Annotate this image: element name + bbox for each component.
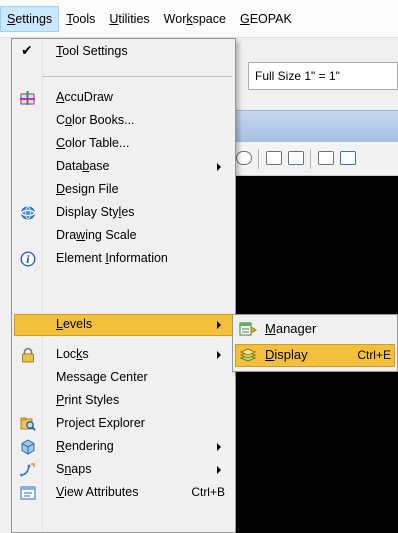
submenu-arrow-icon [217, 466, 221, 474]
database-label: ase [89, 159, 110, 173]
menu-geopak-accel: G [239, 11, 250, 26]
view-attributes-accel: V [56, 485, 65, 499]
project-explorer-label: ect Explorer [78, 416, 145, 430]
level-display-icon [239, 348, 257, 362]
locks-label: s [82, 347, 89, 361]
menu-item-project-explorer[interactable]: Project Explorer [14, 413, 233, 435]
menu-item-locks[interactable]: Locks [14, 344, 233, 366]
menubar: Settings Tools Utilities Workspace GEOPA… [0, 0, 398, 38]
copy-view-icon[interactable] [318, 151, 334, 165]
menu-utilities-label: tilities [118, 11, 150, 26]
view-attributes-toolbar-icon[interactable] [340, 151, 356, 165]
rendering-label: endering [65, 439, 114, 453]
snaps-icon [20, 463, 35, 477]
levels-accel: L [56, 317, 63, 331]
menu-utilities[interactable]: Utilities [102, 6, 156, 32]
menu-tools[interactable]: Tools [59, 6, 102, 32]
submenu-arrow-icon [217, 163, 221, 171]
menu-item-design-file[interactable]: Design File [14, 179, 233, 201]
levels-label: evels [62, 317, 93, 331]
view-title-bar [232, 110, 398, 142]
design-file-accel: D [56, 182, 66, 196]
submenu-arrow-icon [217, 321, 221, 329]
checkmark-icon: ✔ [21, 42, 33, 58]
info-icon: i [20, 251, 36, 267]
view-toolbar [232, 142, 398, 176]
view-attributes-shortcut: Ctrl+B [191, 485, 225, 499]
menu-item-color-table[interactable]: Color Table... [14, 133, 233, 155]
menu-workspace[interactable]: Workspace [157, 6, 233, 32]
display-styles-icon [20, 206, 36, 220]
next-view-icon[interactable] [288, 151, 304, 165]
menu-item-element-information[interactable]: i Element Information [14, 248, 233, 270]
menu-item-accudraw[interactable]: AccuDraw [14, 87, 233, 109]
color-books-pre: C [56, 113, 66, 127]
menu-item-levels[interactable]: Levels [14, 314, 233, 336]
svg-text:i: i [26, 255, 30, 266]
view-attributes-label: iew Attributes [64, 485, 139, 499]
submenu-item-display[interactable]: Display Ctrl+E [235, 344, 395, 367]
locks-pre: Loc [56, 347, 77, 361]
menu-item-message-center[interactable]: Message Center [14, 367, 233, 389]
menu-item-color-books[interactable]: Color Books... [14, 110, 233, 132]
drawing-scale-label: ing Scale [85, 228, 137, 242]
menu-tools-label: ools [72, 11, 96, 26]
rendering-icon [21, 439, 35, 455]
settings-menu: ✔ Tool Settings AccuDraw Color Books... … [11, 38, 236, 533]
project-explorer-icon [20, 417, 36, 431]
color-table-accel: C [56, 136, 66, 150]
submenu-arrow-icon [217, 351, 221, 359]
drawing-scale-accel: w [76, 228, 86, 242]
snaps-label: aps [71, 462, 92, 476]
drawing-scale-combo[interactable]: Full Size 1" = 1" [248, 62, 398, 90]
submenu-arrow-icon [217, 443, 221, 451]
manager-accel: M [265, 321, 276, 336]
project-explorer-pre: Pro [56, 416, 76, 430]
print-styles-label: rint Styles [64, 393, 120, 407]
menu-item-print-styles[interactable]: Print Styles [14, 390, 233, 412]
drawing-scale-pre: Dra [56, 228, 77, 242]
view-attributes-icon [20, 486, 36, 500]
design-file-label: esign File [65, 182, 119, 196]
database-pre: Data [56, 159, 83, 173]
toolbar-separator [258, 149, 259, 169]
display-label: isplay [274, 347, 308, 362]
menu-item-snaps[interactable]: Snaps [14, 459, 233, 481]
menu-settings[interactable]: Settings [0, 5, 60, 32]
message-center-label: Message Center [56, 370, 148, 384]
menu-item-database[interactable]: Database [14, 156, 233, 178]
menu-item-view-attributes[interactable]: View Attributes Ctrl+B [14, 482, 233, 504]
accudraw-icon [20, 91, 35, 105]
levels-submenu: Manager Display Ctrl+E [232, 314, 398, 372]
menu-separator [42, 76, 232, 77]
menu-item-tool-settings[interactable]: ✔ Tool Settings [14, 41, 233, 63]
pan-hand-icon[interactable] [236, 151, 252, 165]
display-styles-pre: Display Sty [56, 205, 119, 219]
menu-item-drawing-scale[interactable]: Drawing Scale [14, 225, 233, 247]
display-styles-label: es [121, 205, 135, 219]
tool-settings-label: ool Settings [62, 44, 128, 58]
menu-workspace-pre: Wor [163, 11, 187, 26]
lock-icon [22, 347, 34, 363]
rendering-accel: R [56, 439, 66, 453]
menu-geopak[interactable]: GEOPAK [233, 6, 299, 32]
element-info-label: nformation [108, 251, 168, 265]
submenu-item-manager[interactable]: Manager [235, 318, 395, 341]
accudraw-label: ccuDraw [64, 90, 113, 104]
color-table-label: olor Table... [65, 136, 130, 150]
display-accel: D [265, 347, 275, 362]
toolbar-separator [310, 149, 311, 169]
color-books-label: lor Books... [71, 113, 135, 127]
menu-item-rendering[interactable]: Rendering [14, 436, 233, 458]
display-shortcut: Ctrl+E [357, 348, 391, 362]
menu-settings-label: ettings [15, 11, 53, 26]
manager-label: anager [275, 321, 317, 336]
menu-workspace-label: space [192, 11, 226, 26]
menu-geopak-label: EOPAK [249, 11, 292, 26]
element-info-pre: Element [56, 251, 106, 265]
menu-item-display-styles[interactable]: Display Styles [14, 202, 233, 224]
level-manager-icon [239, 322, 257, 336]
color-books-accel: o [65, 113, 72, 127]
previous-view-icon[interactable] [266, 151, 282, 165]
